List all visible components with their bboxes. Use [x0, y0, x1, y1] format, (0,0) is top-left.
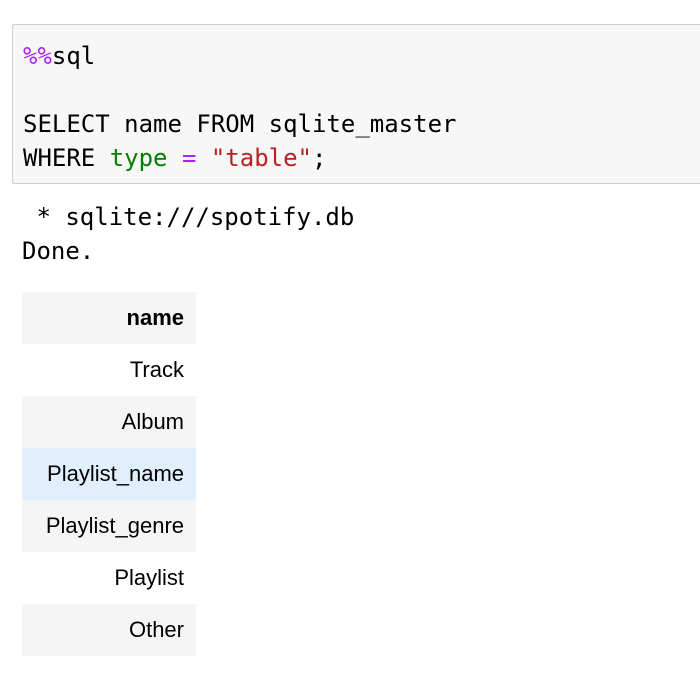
- code-line-select: SELECT name FROM sqlite_master: [23, 110, 457, 138]
- type-identifier: type: [109, 144, 168, 172]
- magic-name: sql: [51, 42, 96, 70]
- table-cell: Album: [22, 396, 196, 448]
- connection-line: * sqlite:///spotify.db: [22, 203, 355, 231]
- status-line: Done.: [22, 237, 95, 265]
- where-keyword: WHERE: [23, 144, 110, 172]
- table-row: Track: [22, 344, 196, 396]
- semicolon: ;: [312, 144, 327, 172]
- table-cell: Playlist_genre: [22, 500, 196, 552]
- result-table: name Track Album Playlist_name Playlist_…: [22, 292, 196, 656]
- code-cell[interactable]: %%sql SELECT name FROM sqlite_master WHE…: [12, 24, 700, 184]
- code-line-where: WHERE type = "table";: [23, 141, 326, 175]
- code-line-magic: %%sql: [23, 39, 95, 73]
- cell-output: * sqlite:///spotify.db Done.: [22, 200, 354, 268]
- table-row: Other: [22, 604, 196, 656]
- table-header-row: name: [22, 292, 196, 344]
- magic-prefix: %%: [23, 42, 52, 70]
- string-literal: "table": [210, 144, 313, 172]
- table-row: Playlist_name: [22, 448, 196, 500]
- equals-operator: =: [181, 144, 197, 172]
- table-row: Playlist_genre: [22, 500, 196, 552]
- table-row: Album: [22, 396, 196, 448]
- column-header-name: name: [22, 292, 196, 344]
- table-cell: Other: [22, 604, 196, 656]
- table-cell: Playlist_name: [22, 448, 196, 500]
- table-cell: Track: [22, 344, 196, 396]
- table-cell: Playlist: [22, 552, 196, 604]
- table-row: Playlist: [22, 552, 196, 604]
